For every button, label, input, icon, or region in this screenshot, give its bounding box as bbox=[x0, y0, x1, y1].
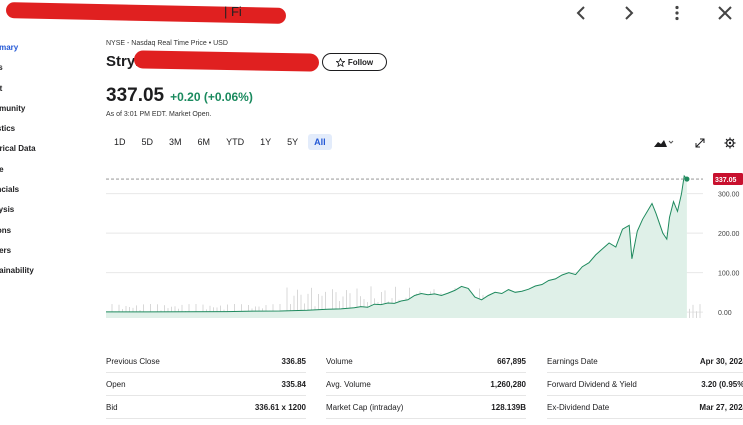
x-tick-label: 2020 bbox=[621, 322, 638, 324]
current-price: 337.05 bbox=[106, 85, 165, 106]
price-area bbox=[106, 175, 687, 318]
stat-label: Volume bbox=[326, 357, 353, 366]
sidebar-item-statistics[interactable]: tistics bbox=[0, 119, 96, 139]
price-row: 337.05 +0.20 (+0.06%) bbox=[106, 85, 253, 107]
follow-button[interactable]: Follow bbox=[322, 53, 387, 71]
sidebar-item-chart[interactable]: art bbox=[0, 79, 96, 99]
chevron-left-icon bbox=[576, 6, 585, 20]
stat-value: 336.85 bbox=[281, 357, 306, 366]
expand-chart-button[interactable] bbox=[695, 136, 705, 150]
price-change: +0.20 (+0.06%) bbox=[170, 90, 253, 104]
back-button[interactable] bbox=[571, 4, 591, 22]
stats-column-2: Volume 667,895 Avg. Volume 1,260,280 Market … bbox=[326, 350, 526, 419]
mountain-chart-icon bbox=[654, 140, 674, 147]
sidebar-item-sustainability[interactable]: stainability bbox=[0, 261, 96, 281]
close-icon bbox=[718, 6, 732, 20]
stat-label: Ex-Dividend Date bbox=[547, 403, 610, 412]
stats-column-3: Earnings Date Apr 30, 2024 Forward Dividen… bbox=[547, 350, 743, 419]
star-icon bbox=[335, 57, 345, 67]
range-selector: 1D 5D 3M 6M YTD 1Y 5Y All bbox=[108, 134, 332, 150]
stat-value: 1,260,280 bbox=[490, 380, 526, 389]
forward-button[interactable] bbox=[619, 4, 639, 22]
y-tick-label: 0.00 bbox=[718, 310, 732, 317]
y-tick-label: 300.00 bbox=[718, 192, 740, 199]
stat-label: Avg. Volume bbox=[326, 380, 371, 389]
stat-row: Previous Close 336.85 bbox=[106, 350, 306, 373]
more-vertical-icon bbox=[675, 5, 679, 21]
stat-label: Open bbox=[106, 380, 126, 389]
sidebar: mmarywsartmmunitytisticstorical Datafile… bbox=[0, 38, 96, 282]
chart-type-menu[interactable] bbox=[654, 136, 674, 150]
stat-row: Market Cap (intraday) 128.139B bbox=[326, 396, 526, 419]
more-menu-button[interactable] bbox=[667, 4, 687, 22]
range-all[interactable]: All bbox=[308, 134, 332, 150]
volume-bar bbox=[699, 304, 701, 318]
stats-column-1: Previous Close 336.85 Open 335.84 Bid 336.61 … bbox=[106, 350, 306, 419]
sidebar-item-analysis[interactable]: alysis bbox=[0, 200, 96, 220]
stat-row: Avg. Volume 1,260,280 bbox=[326, 373, 526, 396]
sidebar-item-news[interactable]: ws bbox=[0, 58, 96, 78]
sidebar-item-historical-data[interactable]: torical Data bbox=[0, 139, 96, 159]
x-tick-label: 1990 bbox=[218, 322, 235, 324]
stat-value: 336.61 x 1200 bbox=[254, 403, 306, 412]
sidebar-item-holders[interactable]: iders bbox=[0, 241, 96, 261]
range-ytd[interactable]: YTD bbox=[220, 134, 250, 150]
chevron-right-icon bbox=[625, 6, 634, 20]
x-tick-label: 2010 bbox=[487, 322, 504, 324]
stat-row: Bid 336.61 x 1200 bbox=[106, 396, 306, 419]
as-of-time: As of 3:01 PM EDT. Market Open. bbox=[106, 111, 212, 118]
redaction-mark-title bbox=[5, 2, 287, 24]
stat-row: Volume 667,895 bbox=[326, 350, 526, 373]
exchange-info: NYSE - Nasdaq Real Time Price • USD bbox=[106, 40, 228, 47]
y-tick-label: 100.00 bbox=[718, 271, 740, 278]
stat-row: Forward Dividend & Yield 3.20 (0.95%) bbox=[547, 373, 743, 396]
expand-icon bbox=[695, 138, 705, 148]
gear-icon bbox=[724, 137, 736, 149]
sidebar-item-summary[interactable]: mmary bbox=[0, 38, 96, 58]
sidebar-item-profile[interactable]: file bbox=[0, 160, 96, 180]
stat-label: Market Cap (intraday) bbox=[326, 403, 404, 412]
window-title: | Fi bbox=[224, 4, 242, 19]
range-1d[interactable]: 1D bbox=[108, 134, 132, 150]
x-tick-label: 2015 bbox=[554, 322, 571, 324]
last-price-dot bbox=[684, 176, 690, 182]
x-tick-label: 1985 bbox=[151, 322, 168, 324]
stat-value: 335.84 bbox=[281, 380, 306, 389]
stat-value: 128.139B bbox=[491, 403, 526, 412]
stat-value: 3.20 (0.95%) bbox=[701, 380, 743, 389]
x-tick-label: 2005 bbox=[420, 322, 437, 324]
range-1y[interactable]: 1Y bbox=[254, 134, 277, 150]
stat-value: Mar 27, 2024 bbox=[699, 403, 743, 412]
range-3m[interactable]: 3M bbox=[163, 134, 188, 150]
close-button[interactable] bbox=[715, 4, 735, 22]
sidebar-item-options[interactable]: tions bbox=[0, 221, 96, 241]
stat-row: Ex-Dividend Date Mar 27, 2024 bbox=[547, 396, 743, 419]
x-tick-label: 1995 bbox=[285, 322, 302, 324]
chart-settings-button[interactable] bbox=[724, 136, 736, 150]
stat-label: Forward Dividend & Yield bbox=[547, 380, 637, 389]
y-tick-label: 200.00 bbox=[718, 231, 740, 238]
x-tick-label: 2000 bbox=[353, 322, 370, 324]
stat-row: Open 335.84 bbox=[106, 373, 306, 396]
last-price-label: 337.05 bbox=[715, 177, 737, 184]
top-bar: | Fi bbox=[0, 0, 743, 28]
follow-label: Follow bbox=[347, 57, 374, 67]
volume-bar bbox=[696, 311, 697, 318]
volume-bar bbox=[689, 308, 690, 318]
stat-label: Bid bbox=[106, 403, 118, 412]
stat-label: Earnings Date bbox=[547, 357, 598, 366]
stat-label: Previous Close bbox=[106, 357, 160, 366]
range-6m[interactable]: 6M bbox=[192, 134, 217, 150]
range-5y[interactable]: 5Y bbox=[281, 134, 304, 150]
volume-bar bbox=[692, 304, 694, 318]
stat-row: Earnings Date Apr 30, 2024 bbox=[547, 350, 743, 373]
sidebar-item-community[interactable]: mmunity bbox=[0, 99, 96, 119]
stat-value: Apr 30, 2024 bbox=[699, 357, 743, 366]
price-chart[interactable]: 0.00 100.00 200.00 300.00 337.05 1985 1990 1995… bbox=[106, 168, 743, 324]
stat-value: 667,895 bbox=[497, 357, 526, 366]
range-5d[interactable]: 5D bbox=[136, 134, 160, 150]
sidebar-item-financials[interactable]: ancials bbox=[0, 180, 96, 200]
redaction-mark-name bbox=[133, 50, 320, 72]
